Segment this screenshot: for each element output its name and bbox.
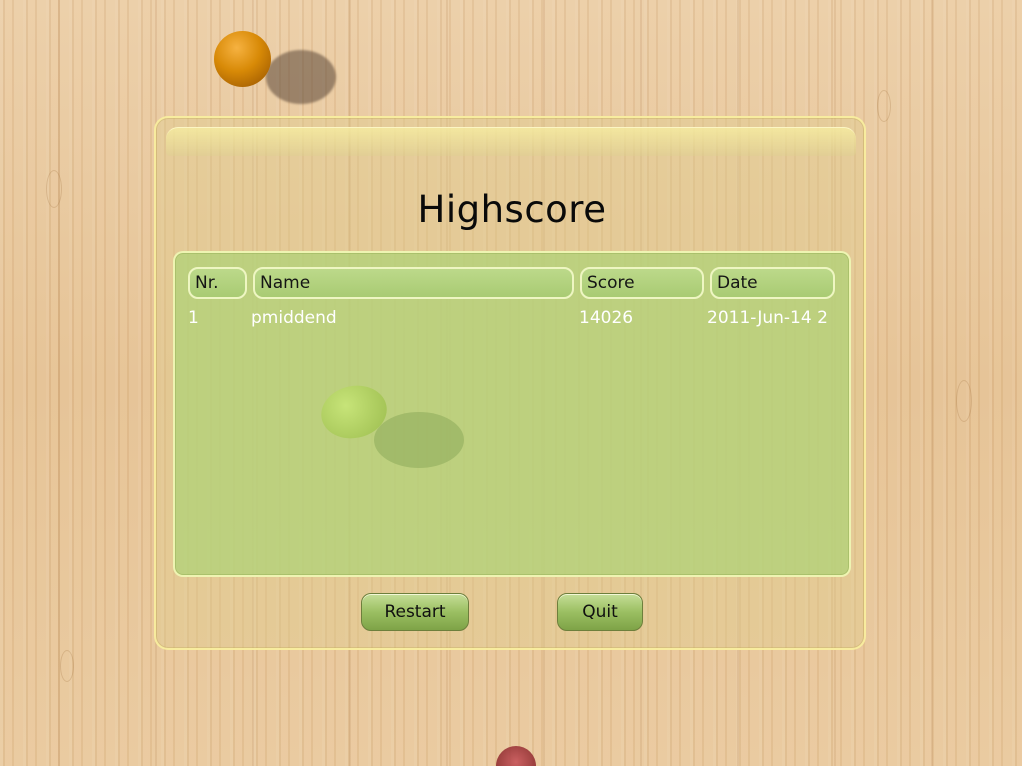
column-header-score[interactable]: Score	[580, 267, 704, 299]
dialog-title: Highscore	[417, 188, 607, 231]
wood-knot	[956, 380, 972, 422]
quit-button[interactable]: Quit	[557, 593, 643, 631]
table-row-1-score: 14026	[579, 308, 634, 328]
highscore-dialog: Highscore Nr. Name Score Date 1 pmiddend…	[154, 116, 866, 650]
column-header-nr[interactable]: Nr.	[188, 267, 247, 299]
table-row-1-nr: 1	[188, 308, 199, 328]
wood-knot	[877, 90, 891, 122]
restart-button[interactable]: Restart	[361, 593, 469, 631]
dialog-title-bar	[166, 127, 856, 156]
column-header-name[interactable]: Name	[253, 267, 574, 299]
wood-knot	[60, 650, 74, 682]
ball-shadow	[266, 50, 336, 104]
red-game-piece	[496, 746, 536, 766]
ball-shadow	[374, 412, 464, 468]
table-row-1-date: 2011-Jun-14 2	[707, 308, 828, 328]
orange-ball	[214, 31, 271, 87]
column-header-date[interactable]: Date	[710, 267, 835, 299]
wood-knot	[46, 170, 62, 208]
table-row-1-name: pmiddend	[251, 308, 337, 328]
highscore-table: Nr. Name Score Date 1 pmiddend 14026 201…	[173, 251, 851, 577]
